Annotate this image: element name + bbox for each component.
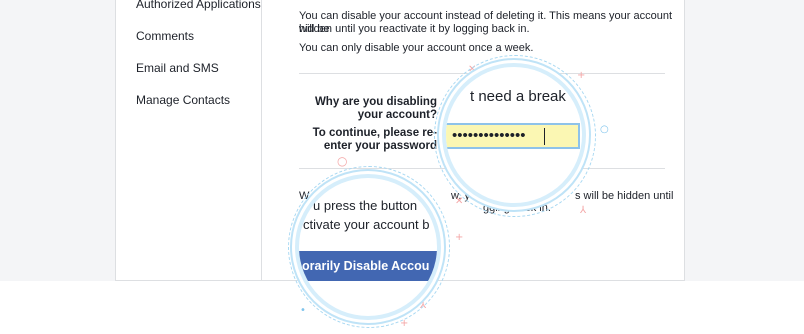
magnifier-bottom: u press the button ctivate your account …	[299, 178, 437, 316]
sparkle-dot2-icon: •	[300, 305, 306, 316]
sidebar-item-comments[interactable]: Comments	[136, 29, 194, 43]
sparkle-plus2-icon: +	[400, 318, 409, 329]
magnified-password-input[interactable]: ••••••••••••••	[446, 123, 580, 149]
magnified-reason-text: t need a break	[470, 88, 566, 105]
magnified-instruction-line-1: u press the button	[313, 198, 418, 213]
password-label-line-1: To continue, please re-	[312, 127, 437, 139]
sparkle-x-icon: ✕	[468, 64, 477, 75]
sparkle-y2-icon: ⅄	[420, 300, 427, 311]
reason-label-line-1: Why are you disabling	[314, 96, 437, 108]
sidebar-item-manage-contacts[interactable]: Manage Contacts	[136, 93, 230, 107]
magnifier-top: t need a break ••••••••••••••	[446, 67, 582, 203]
weekly-limit-note: You can only disable your account once a…	[299, 42, 534, 54]
sidebar-item-email-and-sms[interactable]: Email and SMS	[136, 61, 219, 75]
password-label: To continue, please re- enter your passw…	[313, 127, 437, 153]
text-cursor-icon	[544, 128, 545, 145]
password-label-line-2: enter your password	[323, 140, 437, 152]
magnified-password-mask: ••••••••••••••	[452, 127, 526, 144]
reason-label: Why are you disabling your account?	[315, 96, 437, 122]
sparkle-plus3-icon: +	[455, 232, 464, 243]
sparkle-x2-icon: ✕	[455, 196, 464, 207]
sparkle-ring-icon: ○	[600, 124, 609, 135]
temporarily-disable-account-button[interactable]: orarily Disable Accou	[299, 251, 437, 281]
footer-fragment-right: s will be hidden until	[575, 190, 674, 202]
footer-fragment-line-2: gging back in.	[483, 202, 551, 214]
footer-fragment-left: W	[299, 190, 310, 202]
magnified-instruction-line-2: ctivate your account b	[303, 217, 430, 232]
sparkle-ring-pink-icon: ○	[337, 154, 348, 168]
settings-sidebar: Authorized Applications Comments Email a…	[116, 0, 262, 280]
sparkle-plus-icon: +	[577, 70, 586, 81]
intro-text-line-2: hidden until you reactivate it by loggin…	[299, 23, 530, 35]
sparkle-y-icon: ⅄	[580, 205, 587, 216]
sidebar-item-authorized-applications[interactable]: Authorized Applications	[136, 0, 261, 11]
reason-label-line-2: your account?	[357, 109, 437, 121]
